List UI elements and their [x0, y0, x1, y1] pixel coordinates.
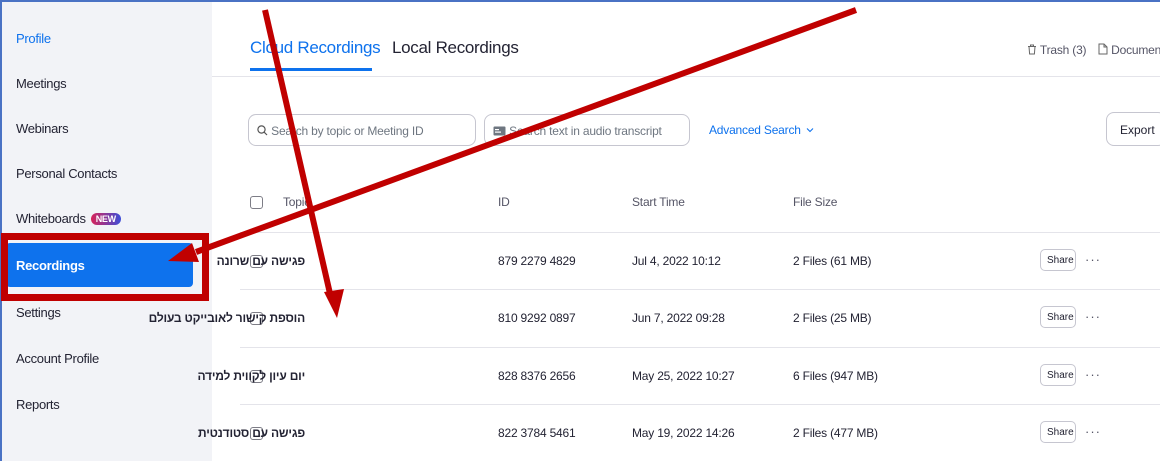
annotation-arrows — [168, 7, 858, 318]
annotation-arrow-down — [262, 9, 344, 318]
